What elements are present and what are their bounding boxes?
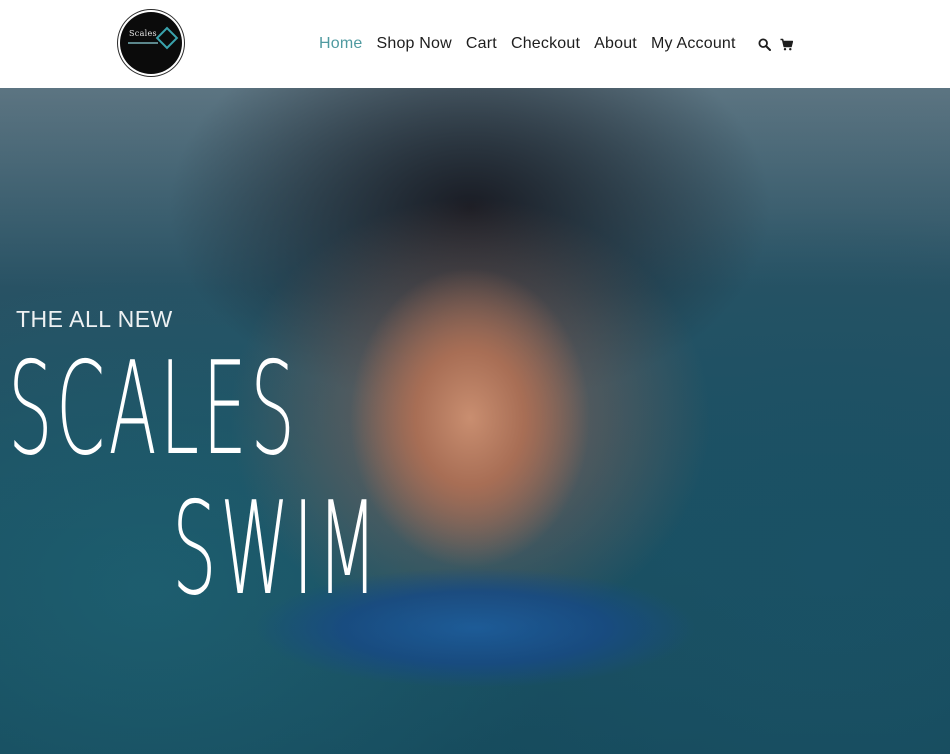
nav-about[interactable]: About <box>594 35 637 53</box>
hero-eyebrow: THE ALL NEW <box>16 306 173 332</box>
nav-home[interactable]: Home <box>319 35 362 53</box>
nav-checkout[interactable]: Checkout <box>511 35 580 53</box>
nav-icons <box>758 37 793 51</box>
nav-shop-now[interactable]: Shop Now <box>376 35 451 53</box>
hero-banner: THE ALL NEW SCALES SWIM <box>0 88 950 754</box>
hero-title-line2: SWIM <box>172 475 381 624</box>
site-header: Scales Home Shop Now Cart Checkout About… <box>0 0 950 88</box>
nav-my-account[interactable]: My Account <box>651 35 736 53</box>
hero-title-line1: SCALES <box>8 335 299 484</box>
logo-wordmark: Scales <box>129 29 157 38</box>
search-icon[interactable] <box>758 37 771 51</box>
nav-cart[interactable]: Cart <box>466 35 497 53</box>
logo-underline <box>128 42 158 44</box>
cart-icon[interactable] <box>780 38 793 51</box>
main-nav: Home Shop Now Cart Checkout About My Acc… <box>319 33 793 55</box>
site-logo[interactable]: Scales <box>120 12 182 74</box>
